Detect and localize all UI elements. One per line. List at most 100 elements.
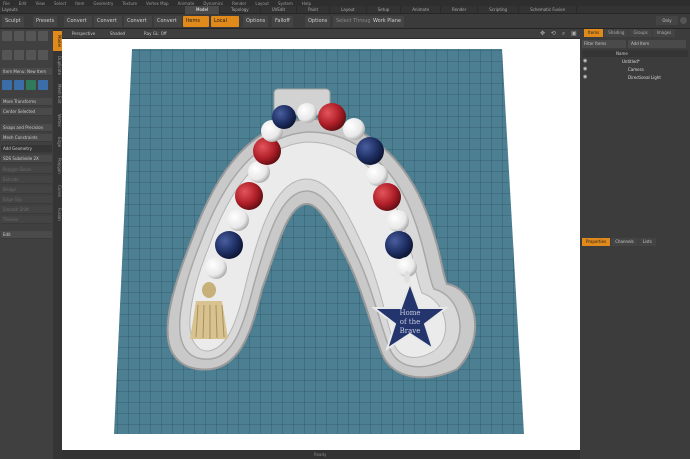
work-plane-button[interactable]: Work Plane xyxy=(370,16,404,27)
scene-item-camera[interactable]: Camera xyxy=(590,66,690,73)
tab-groups[interactable]: Groups xyxy=(629,29,652,37)
convert-button-1[interactable]: Convert xyxy=(64,16,92,27)
tab-lists[interactable]: Lists xyxy=(638,238,656,246)
smooth-shift-button[interactable]: Smooth Shift xyxy=(1,206,52,214)
menu-view[interactable]: View xyxy=(35,1,45,6)
layout-tab-scripting[interactable]: Scripting xyxy=(478,6,520,14)
tab-mesh-edit[interactable]: Mesh Edit xyxy=(53,81,62,107)
ray-gl-label[interactable]: Ray GL: Off xyxy=(144,31,167,36)
layout-tab-topology[interactable]: Topology xyxy=(220,6,261,14)
menu-system[interactable]: System xyxy=(278,1,293,6)
items-mode-button[interactable]: Items xyxy=(183,16,209,27)
3d-viewport[interactable]: Home of the Brave xyxy=(62,39,580,450)
bead-blue xyxy=(385,231,413,259)
viewport-scene: Home of the Brave xyxy=(114,49,524,434)
tab-polygon[interactable]: Polygon xyxy=(53,153,62,179)
tab-vertex[interactable]: Vertex xyxy=(53,109,62,131)
tab-fusion[interactable]: Fusion xyxy=(53,203,62,225)
layout-tab-render[interactable]: Render xyxy=(441,6,479,14)
knife-tool-icon[interactable] xyxy=(2,50,12,60)
add-geometry-header[interactable]: Add Geometry xyxy=(1,145,52,153)
scale-tool-icon[interactable] xyxy=(38,80,48,90)
menu-dynamics[interactable]: Dynamics xyxy=(203,1,223,6)
menu-edit[interactable]: Edit xyxy=(19,1,27,6)
center-selected-dropdown[interactable]: Center Selected xyxy=(1,108,52,116)
menu-animate[interactable]: Animate xyxy=(178,1,195,6)
layout-tab-layout[interactable]: Layout xyxy=(330,6,367,14)
cone-tool-icon[interactable] xyxy=(14,31,24,41)
item-menu-dropdown[interactable]: Item Menu: New Item xyxy=(1,68,52,76)
menu-texture[interactable]: Texture xyxy=(122,1,137,6)
menu-render[interactable]: Render xyxy=(232,1,246,6)
snaps-precision-item[interactable]: Snaps and Precision xyxy=(1,124,52,132)
bevel-tool-icon[interactable] xyxy=(2,31,12,41)
more-transforms-dropdown[interactable]: More Transforms xyxy=(1,98,52,106)
name-column-header[interactable]: Name xyxy=(582,50,688,57)
falloff-button[interactable]: Falloff xyxy=(272,16,293,27)
bridge-button[interactable]: Bridge xyxy=(1,186,52,194)
sds-subdivide-button[interactable]: SDS Subdivide 2X xyxy=(1,155,52,163)
visibility-eye-icon[interactable]: ◉ xyxy=(583,66,588,73)
edit-dropdown[interactable]: Edit xyxy=(1,231,52,239)
tab-curve[interactable]: Curve xyxy=(53,181,62,201)
visibility-eye-icon[interactable]: ◉ xyxy=(583,74,588,81)
convert-button-4[interactable]: Convert xyxy=(154,16,182,27)
extrude-button[interactable]: Extrude xyxy=(1,176,52,184)
bead-blue xyxy=(356,137,384,165)
menu-select[interactable]: Select xyxy=(54,1,66,6)
scene-item-directional-light[interactable]: Directional Light xyxy=(590,74,690,81)
tab-model[interactable]: Model xyxy=(53,31,62,51)
shaded-label[interactable]: Shaded xyxy=(110,31,125,36)
layout-tab-model[interactable]: Model xyxy=(185,6,221,14)
options-button[interactable]: Options xyxy=(243,16,269,27)
text-tool-icon[interactable] xyxy=(38,50,48,60)
curve-tool-icon[interactable] xyxy=(26,50,36,60)
polygon-bevel-button[interactable]: Polygon Bevel xyxy=(1,166,52,174)
scene-item-untitled[interactable]: Untitled* xyxy=(590,58,690,65)
sphere-tool-icon[interactable] xyxy=(26,31,36,41)
layout-tab-paint[interactable]: Paint xyxy=(297,6,331,14)
options-button-2[interactable]: Options xyxy=(305,16,331,27)
layout-tab-animate[interactable]: Animate xyxy=(401,6,442,14)
tab-channels[interactable]: Channels xyxy=(611,238,638,246)
convert-button-2[interactable]: Convert xyxy=(94,16,122,27)
tab-items[interactable]: Items xyxy=(584,29,604,37)
visibility-eye-icon[interactable]: ◉ xyxy=(583,58,588,65)
bead-white xyxy=(227,209,249,231)
shield-tool-icon[interactable] xyxy=(26,80,36,90)
bead-white xyxy=(366,164,388,186)
thicken-button[interactable]: Thicken xyxy=(1,216,52,224)
mesh-constraints-item[interactable]: Mesh Constraints xyxy=(1,134,52,142)
layout-tab-setup[interactable]: Setup xyxy=(367,6,402,14)
tab-edge[interactable]: Edge xyxy=(53,133,62,151)
layout-tab-schematic-fusion[interactable]: Schematic Fusion xyxy=(519,6,578,14)
only-button[interactable]: Only xyxy=(656,16,678,25)
layouts-label[interactable]: Layouts xyxy=(2,7,18,12)
move-tool-icon[interactable] xyxy=(2,80,12,90)
menu-geometry[interactable]: Geometry xyxy=(93,1,113,6)
sculpt-button[interactable]: Sculpt xyxy=(2,16,24,27)
settings-icon[interactable] xyxy=(680,17,687,24)
menu-item[interactable]: Item xyxy=(75,1,84,6)
bead-white xyxy=(297,103,317,123)
layout-tab-uvedit[interactable]: UVEdit xyxy=(261,6,298,14)
viewport-controls-icon[interactable]: ✥ ⟲ ⌕ ▣ xyxy=(540,30,579,38)
tab-duplicate[interactable]: Duplicate xyxy=(53,53,62,79)
menu-help[interactable]: Help xyxy=(302,1,311,6)
pen-tool-icon[interactable] xyxy=(38,31,48,41)
menu-vertex-map[interactable]: Vertex Map xyxy=(146,1,169,6)
loop-tool-icon[interactable] xyxy=(14,50,24,60)
menu-layout[interactable]: Layout xyxy=(255,1,269,6)
tab-properties[interactable]: Properties xyxy=(582,238,611,246)
perspective-label[interactable]: Perspective xyxy=(72,31,95,36)
menu-file[interactable]: File xyxy=(3,1,10,6)
filter-items-field[interactable]: Filter Items xyxy=(582,40,626,48)
rotate-tool-icon[interactable] xyxy=(14,80,24,90)
presets-button[interactable]: Presets xyxy=(33,16,58,27)
local-button[interactable]: Local xyxy=(211,16,239,27)
add-item-button[interactable]: Add Item xyxy=(628,40,686,48)
edge-slip-button[interactable]: Edge Slip xyxy=(1,196,52,204)
convert-button-3[interactable]: Convert xyxy=(124,16,152,27)
tab-shading[interactable]: Shading xyxy=(604,29,629,37)
tab-images[interactable]: Images xyxy=(652,29,676,37)
